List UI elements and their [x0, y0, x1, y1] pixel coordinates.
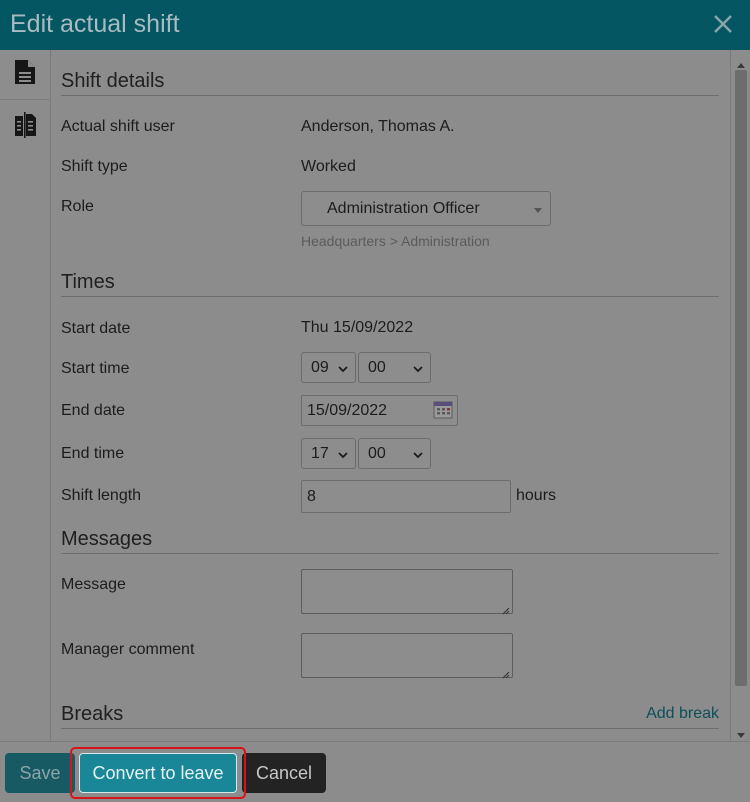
- section-divider: [61, 728, 719, 729]
- role-select[interactable]: Administration Officer: [301, 191, 551, 226]
- end-hour-value: 17: [311, 444, 329, 462]
- cancel-button[interactable]: Cancel: [242, 753, 326, 793]
- start-hour-value: 09: [311, 358, 329, 376]
- add-break-link[interactable]: Add break: [646, 705, 719, 723]
- section-title-times: Times: [61, 271, 115, 293]
- shift-type-label: Shift type: [61, 158, 128, 175]
- end-date-label: End date: [61, 402, 126, 419]
- role-select-value: Administration Officer: [327, 199, 480, 217]
- section-title-breaks: Breaks: [61, 703, 124, 725]
- dialog-title: Edit actual shift: [10, 10, 180, 38]
- document-icon: [14, 59, 36, 90]
- tab-shift-details[interactable]: [0, 50, 50, 100]
- convert-to-leave-button[interactable]: Convert to leave: [79, 753, 237, 793]
- compare-document-icon: [13, 111, 37, 144]
- section-divider: [61, 296, 719, 297]
- shift-length-value: 8: [307, 487, 316, 505]
- shift-length-unit: hours: [516, 487, 557, 504]
- start-hour-select[interactable]: 09: [301, 352, 356, 383]
- scroll-down-icon[interactable]: [736, 727, 746, 738]
- content-scrollbar[interactable]: [730, 50, 750, 741]
- chevron-down-icon: [337, 448, 349, 460]
- resize-grip-icon[interactable]: [501, 602, 510, 615]
- end-time-label: End time: [61, 445, 125, 462]
- end-hour-select[interactable]: 17: [301, 438, 356, 469]
- chevron-down-icon: [412, 448, 424, 460]
- chevron-down-icon: [412, 362, 424, 374]
- section-title-messages: Messages: [61, 528, 153, 550]
- chevron-down-icon: [337, 362, 349, 374]
- tab-shift-history[interactable]: [0, 102, 50, 152]
- shift-length-label: Shift length: [61, 487, 142, 504]
- section-divider: [61, 553, 719, 554]
- message-textarea[interactable]: [301, 569, 513, 615]
- calendar-icon[interactable]: [433, 401, 453, 419]
- manager-comment-label: Manager comment: [61, 641, 195, 658]
- start-date-label: Start date: [61, 320, 131, 337]
- actual-shift-user-label: Actual shift user: [61, 118, 175, 135]
- caret-down-icon: [532, 203, 544, 215]
- end-minute-value: 00: [368, 444, 386, 462]
- section-divider: [61, 95, 719, 96]
- dialog-footer: Save Convert to leave Cancel: [0, 741, 750, 802]
- role-location-path: Headquarters > Administration: [301, 233, 490, 249]
- save-button[interactable]: Save: [5, 753, 75, 793]
- dialog-titlebar: Edit actual shift: [0, 0, 750, 50]
- role-label: Role: [61, 198, 94, 215]
- start-minute-value: 00: [368, 358, 386, 376]
- shift-length-input[interactable]: 8: [301, 480, 511, 513]
- shift-type-value: Worked: [301, 158, 356, 175]
- start-minute-select[interactable]: 00: [358, 352, 431, 383]
- dialog-content: Shift details Actual shift user Anderson…: [51, 50, 730, 741]
- end-minute-select[interactable]: 00: [358, 438, 431, 469]
- manager-comment-textarea[interactable]: [301, 633, 513, 679]
- start-date-value: Thu 15/09/2022: [301, 319, 414, 336]
- scroll-up-icon[interactable]: [736, 56, 746, 68]
- scrollbar-thumb[interactable]: [735, 70, 747, 686]
- start-time-label: Start time: [61, 360, 130, 377]
- resize-grip-icon[interactable]: [501, 666, 510, 679]
- end-date-input[interactable]: 15/09/2022: [301, 395, 458, 426]
- end-date-value: 15/09/2022: [307, 401, 388, 419]
- close-icon[interactable]: [710, 10, 736, 38]
- actual-shift-user-value: Anderson, Thomas A.: [301, 118, 455, 135]
- sidebar-tabs: [0, 50, 51, 741]
- message-label: Message: [61, 576, 126, 593]
- section-title-shift-details: Shift details: [61, 70, 165, 92]
